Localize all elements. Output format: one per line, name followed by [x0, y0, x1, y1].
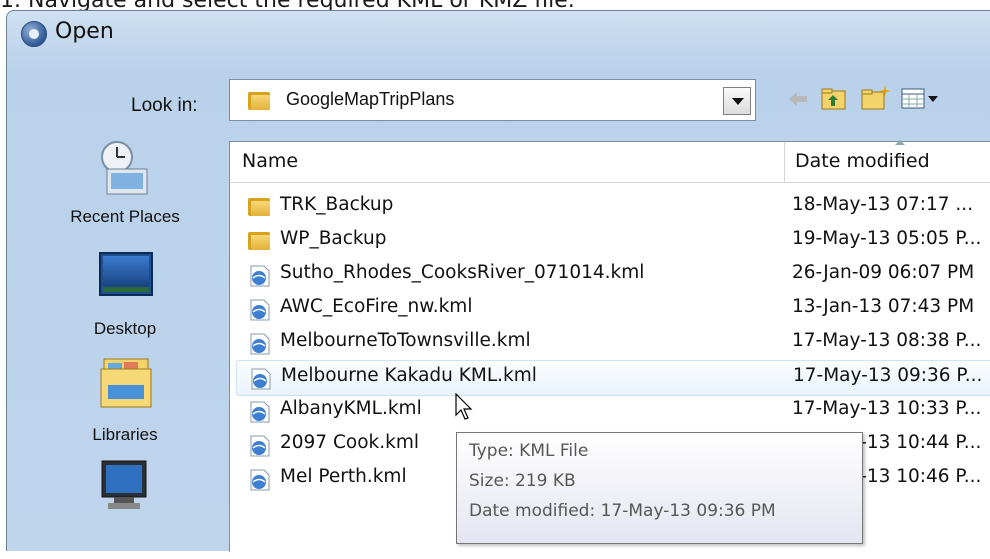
file-name: Mel Perth.kml	[280, 466, 407, 487]
place-libraries[interactable]: Libraries	[25, 355, 225, 455]
file-name: Sutho_Rhodes_CooksRiver_071014.kml	[280, 262, 645, 283]
look-in-label: Look in:	[131, 95, 198, 116]
new-folder-icon[interactable]	[861, 85, 891, 111]
app-icon	[21, 21, 47, 47]
kml-file-icon	[250, 333, 270, 355]
column-date-header[interactable]: Date modified	[784, 140, 990, 182]
file-date: 19-May-13 05:05 P...	[792, 228, 982, 249]
tooltip-size: Size: 219 KB	[469, 471, 576, 491]
file-name: 2097 Cook.kml	[280, 432, 419, 453]
file-row[interactable]: MelbourneToTownsville.kml 17-May-13 08:3…	[236, 326, 990, 360]
folder-icon	[248, 196, 270, 216]
file-date: 17-May-13 08:38 P...	[792, 330, 982, 351]
file-date: 17-May-13 10:33 P...	[792, 398, 982, 419]
file-row[interactable]: Sutho_Rhodes_CooksRiver_071014.kml 26-Ja…	[236, 258, 990, 292]
file-name: AlbanyKML.kml	[280, 398, 422, 419]
place-label: Desktop	[93, 319, 157, 338]
chevron-down-icon[interactable]	[723, 87, 751, 115]
file-info-tooltip: Type: KML File Size: 219 KB Date modifie…	[456, 432, 863, 544]
dialog-title: Open	[55, 19, 114, 44]
folder-icon	[248, 230, 270, 250]
file-name: WP_Backup	[280, 228, 387, 249]
place-recent-places[interactable]: Recent Places	[25, 139, 225, 239]
look-in-value: GoogleMapTripPlans	[286, 89, 455, 109]
kml-file-icon	[250, 469, 270, 491]
up-folder-icon[interactable]	[821, 87, 847, 111]
file-date: 13-Jan-13 07:43 PM	[792, 296, 975, 317]
sort-arrow-icon	[895, 140, 905, 145]
column-header: Name Date modified	[230, 140, 990, 183]
place-desktop[interactable]: Desktop	[25, 251, 225, 351]
file-row[interactable]: AWC_EcoFire_nw.kml 13-Jan-13 07:43 PM	[236, 292, 990, 326]
file-date: 18-May-13 07:17 ...	[792, 194, 974, 215]
file-name: Melbourne Kakadu KML.kml	[281, 365, 537, 386]
file-row[interactable]: WP_Backup 19-May-13 05:05 P...	[236, 224, 990, 258]
kml-file-icon	[250, 265, 270, 287]
file-row[interactable]: AlbanyKML.kml 17-May-13 10:33 P...	[236, 394, 990, 428]
tooltip-date-modified: Date modified: 17-May-13 09:36 PM	[469, 501, 776, 521]
place-computer[interactable]	[25, 459, 225, 559]
file-name: MelbourneToTownsville.kml	[280, 330, 531, 351]
kml-file-icon	[250, 401, 270, 423]
place-label: Libraries	[92, 425, 158, 444]
place-label: Recent Places	[70, 207, 180, 226]
computer-icon	[101, 460, 147, 509]
kml-file-icon	[250, 299, 270, 321]
kml-file-icon	[250, 435, 270, 457]
kml-file-icon	[251, 368, 271, 390]
desktop-icon	[99, 252, 153, 296]
column-name-header[interactable]: Name	[242, 150, 298, 172]
tooltip-type: Type: KML File	[469, 441, 589, 461]
back-arrow-icon[interactable]	[787, 89, 809, 109]
view-menu-icon[interactable]	[901, 87, 941, 111]
file-row[interactable]: TRK_Backup 18-May-13 07:17 ...	[236, 190, 990, 224]
look-in-dropdown[interactable]: GoogleMapTripPlans	[229, 79, 756, 121]
folder-icon	[248, 90, 270, 110]
file-name: TRK_Backup	[280, 194, 394, 215]
file-name: AWC_EcoFire_nw.kml	[280, 296, 473, 317]
file-row-hovered[interactable]: Melbourne Kakadu KML.kml 17-May-13 09:36…	[236, 360, 990, 396]
recent-places-icon	[101, 141, 148, 195]
file-date: 17-May-13 09:36 P...	[793, 365, 983, 386]
mouse-cursor-icon	[455, 393, 473, 420]
file-date: 26-Jan-09 06:07 PM	[792, 262, 975, 283]
column-date-label: Date modified	[795, 150, 930, 172]
libraries-icon	[100, 358, 152, 408]
places-bar: Recent Places Desktop Libraries	[25, 131, 230, 551]
title-bar[interactable]: Open	[7, 11, 990, 59]
